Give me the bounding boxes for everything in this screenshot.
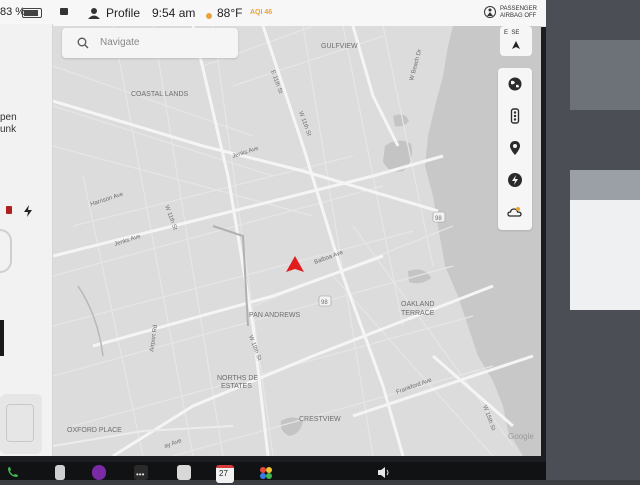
- profile-label[interactable]: Profile: [106, 6, 140, 20]
- phone-icon[interactable]: [6, 465, 18, 480]
- aqi-label: AQI 46: [250, 9, 273, 16]
- map-canvas[interactable]: GULFVIEW W Beach Dr COASTAL LANDS E 11th…: [53, 26, 541, 456]
- location-pin-icon[interactable]: [507, 140, 523, 156]
- window-light: [570, 200, 640, 310]
- search-icon: [77, 37, 89, 49]
- airbag-line1: PASSENGER: [500, 6, 537, 12]
- traffic-icon[interactable]: [507, 108, 523, 124]
- more-apps-icon[interactable]: •••: [134, 465, 148, 480]
- lock-icon[interactable]: [60, 8, 68, 15]
- vehicle-interior-background: [546, 0, 640, 480]
- time-label: 9:54 am: [152, 6, 196, 20]
- route-98-a: 98: [435, 216, 442, 222]
- volume-icon[interactable]: [376, 465, 392, 480]
- weather-cloud-icon[interactable]: [507, 204, 523, 220]
- map-label-gulfview: GULFVIEW: [321, 43, 358, 50]
- weather-icon: [204, 8, 214, 19]
- frunk-text-line2[interactable]: unk: [0, 124, 16, 135]
- map-label-oxford-place: OXFORD PLACE: [67, 427, 122, 434]
- calendar-day: 27: [219, 469, 228, 478]
- red-indicator-icon: [6, 206, 12, 214]
- charge-port-icon[interactable]: [22, 204, 34, 217]
- compass-heading: E SE: [504, 30, 520, 36]
- car-silhouette: [0, 229, 12, 273]
- map-view[interactable]: GULFVIEW W Beach Dr COASTAL LANDS E 11th…: [53, 26, 541, 456]
- airbag-icon: [484, 6, 496, 18]
- touchscreen: 83 % Profile 9:54 am 88°F AQI 46 PASSENG…: [0, 0, 546, 462]
- arcade-icon[interactable]: [258, 465, 274, 480]
- google-attribution: Google: [508, 432, 534, 441]
- map-label-estates: ESTATES: [221, 383, 252, 390]
- temperature-label: 88°F: [217, 6, 243, 20]
- calendar-icon[interactable]: 27: [216, 465, 234, 483]
- map-tools-panel: [498, 68, 532, 230]
- map-label-northside: NORTHS DE: [217, 375, 258, 382]
- charging-icon[interactable]: [507, 172, 523, 188]
- vent-panel: [570, 40, 640, 110]
- map-label-pan-andrews: PAN ANDREWS: [249, 312, 301, 319]
- compass-arrow-icon: [512, 41, 520, 49]
- car-shadow: [0, 320, 4, 356]
- globe-icon[interactable]: [507, 76, 523, 92]
- map-label-terrace: TERRACE: [401, 310, 435, 317]
- car-status-panel: pen unk: [0, 24, 53, 456]
- profile-icon[interactable]: [88, 6, 100, 19]
- toybox-icon[interactable]: [177, 465, 191, 480]
- navigate-search-box[interactable]: Navigate: [62, 28, 238, 58]
- music-icon[interactable]: [55, 465, 65, 480]
- media-player-icon[interactable]: [92, 465, 106, 480]
- map-label-coastal-lands: COASTAL LANDS: [131, 91, 189, 98]
- trim-panel: [570, 170, 640, 200]
- battery-icon: [22, 8, 42, 18]
- frunk-text-line1[interactable]: pen: [0, 112, 17, 123]
- airbag-line2: AIRBAG OFF: [500, 13, 537, 19]
- route-98-b: 98: [321, 300, 328, 306]
- navigate-placeholder[interactable]: Navigate: [100, 37, 139, 48]
- map-label-crestview: CRESTVIEW: [299, 416, 341, 423]
- car-top-view-tile[interactable]: [0, 394, 42, 454]
- map-label-oakland: OAKLAND: [401, 301, 434, 308]
- status-bar: 83 % Profile 9:54 am 88°F AQI 46 PASSENG…: [0, 0, 546, 27]
- compass-button[interactable]: E SE: [500, 26, 532, 56]
